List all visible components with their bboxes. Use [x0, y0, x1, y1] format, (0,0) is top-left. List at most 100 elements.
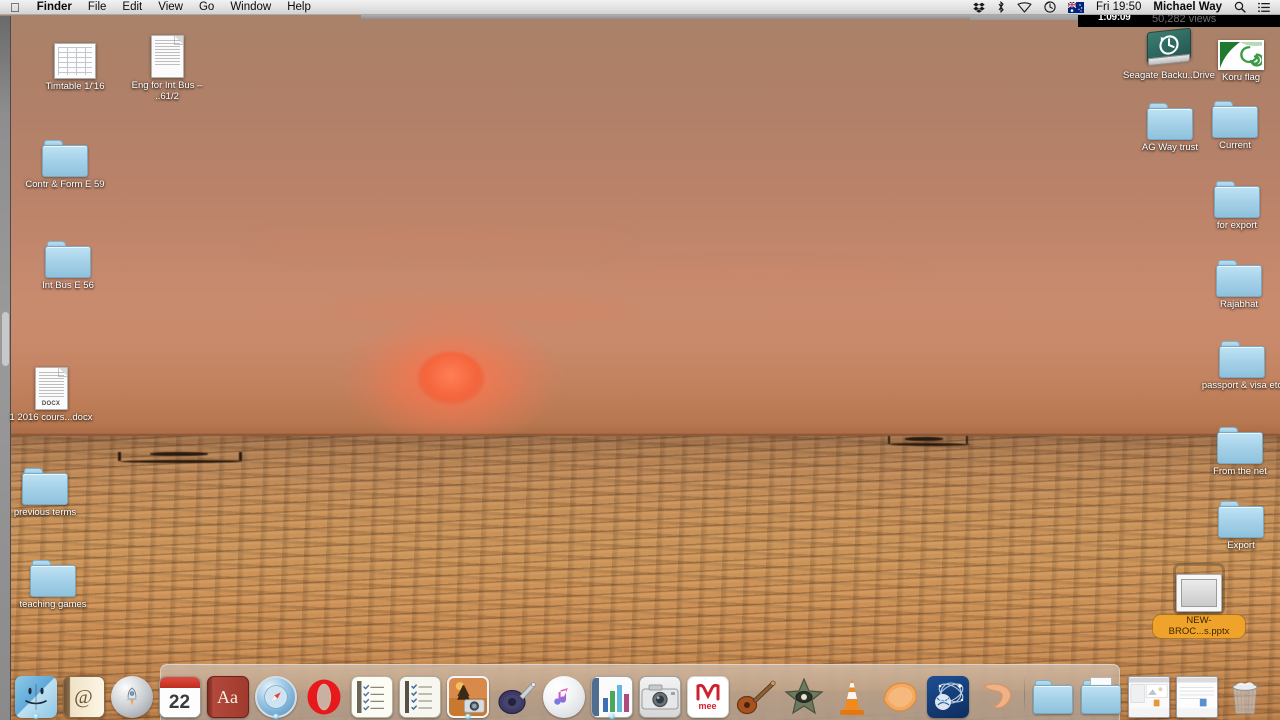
folder-icon — [1147, 94, 1193, 140]
australian-flag-icon[interactable] — [1062, 0, 1090, 14]
boat-mast — [888, 436, 890, 444]
dock-item-network[interactable] — [925, 672, 971, 718]
desktop-icon-label: passport & visa etc — [1201, 380, 1280, 391]
boat-mast — [118, 452, 121, 461]
dock-item-cashew[interactable] — [973, 672, 1019, 718]
dock-item-launchpad[interactable] — [109, 672, 155, 718]
dock[interactable]: @ 22 Aa mee — [14, 664, 1258, 720]
cashew-icon — [982, 683, 1011, 709]
desktop-icon-teaching-games[interactable]: teaching games — [6, 551, 100, 611]
desktop-icon-export[interactable]: Export — [1194, 492, 1280, 552]
reminders-list-icon — [404, 681, 435, 713]
dock-item-notes[interactable] — [349, 672, 395, 718]
mee-logo-icon — [696, 683, 719, 701]
trash-icon — [1231, 682, 1258, 715]
dock-separator — [1023, 675, 1025, 715]
dock-item-calendar[interactable]: 22 — [157, 672, 203, 718]
orange-slice-icon — [882, 682, 917, 712]
menu-bar[interactable]:  Finder File Edit View Go Window Help — [0, 0, 1280, 15]
desktop-icon-passport-visa[interactable]: passport & visa etc — [1195, 332, 1280, 392]
menubar-clock[interactable]: Fri 19:50 — [1090, 0, 1147, 14]
imovie-star-icon — [783, 677, 824, 715]
powerpoint-file-icon — [1176, 566, 1222, 612]
bluetooth-icon[interactable] — [991, 0, 1011, 14]
dock-item-vlc[interactable] — [829, 672, 875, 718]
apple-menu-icon[interactable]:  — [0, 0, 29, 14]
desktop-icon-koru-flag[interactable]: Koru flag — [1194, 24, 1280, 84]
desktop-icon-label: Current — [1219, 140, 1251, 151]
garageband-guitar-icon — [497, 682, 536, 715]
desktop-icon-for-export[interactable]: for export — [1190, 172, 1280, 232]
dock-item-reminders[interactable] — [397, 672, 443, 718]
desktop-icon-eng-for-int-bus[interactable]: Eng for Int Bus – ..61/2 — [120, 32, 214, 102]
folder-icon — [1212, 92, 1258, 138]
menubar-username[interactable]: Michael Way — [1147, 0, 1228, 14]
wifi-icon[interactable] — [1011, 0, 1038, 14]
desktop-icon-label: 1 2016 cours...docx — [9, 412, 93, 423]
dock-item-itunes[interactable] — [541, 672, 587, 718]
cloud-band — [250, 230, 630, 256]
dock-item-minimized-window-2[interactable] — [1174, 672, 1220, 718]
dock-item-opera[interactable] — [301, 672, 347, 718]
boat-silhouette — [120, 460, 242, 463]
running-indicator — [33, 714, 38, 719]
folder-icon — [30, 551, 76, 597]
menu-view[interactable]: View — [150, 0, 191, 14]
dock-item-mee[interactable]: mee — [685, 672, 731, 718]
dock-item-guitar[interactable] — [733, 672, 779, 718]
scrollbar-thumb[interactable] — [2, 312, 9, 366]
desktop-icon-timetable[interactable]: Timtable 1/'16 — [28, 33, 122, 93]
dock-item-safari[interactable] — [253, 672, 299, 719]
menu-file[interactable]: File — [80, 0, 115, 14]
dock-item-image-capture[interactable] — [637, 672, 683, 718]
dock-item-iphoto[interactable] — [445, 672, 491, 719]
image-file-icon — [1218, 24, 1264, 70]
folder-icon — [42, 131, 88, 177]
dock-item-finder[interactable] — [13, 672, 59, 719]
menu-help[interactable]: Help — [279, 0, 319, 14]
menu-go[interactable]: Go — [191, 0, 222, 14]
desktop-icon-rajabhat[interactable]: Rajabhat — [1192, 251, 1280, 311]
notification-center-icon[interactable] — [1252, 0, 1276, 14]
menu-bar-status-items: Fri 19:50 Michael Way — [967, 0, 1280, 14]
desktop-icon-label: previous terms — [13, 507, 77, 518]
dock-item-dictionary[interactable]: Aa — [205, 672, 251, 718]
compass-icon — [263, 685, 288, 709]
desktop-icon-from-the-net[interactable]: From the net — [1193, 418, 1280, 478]
desktop-icon-contr-form-e59[interactable]: Contr & Form E 59 — [18, 131, 112, 191]
mee-label: mee — [698, 701, 717, 711]
dock-item-garageband[interactable] — [493, 672, 539, 718]
menu-bar-items:  Finder File Edit View Go Window Help — [0, 0, 319, 14]
minimized-window-thumbnail — [1176, 677, 1217, 709]
menu-finder[interactable]: Finder — [29, 0, 80, 14]
desktop-icon-label: teaching games — [19, 599, 87, 610]
menu-window[interactable]: Window — [222, 0, 279, 14]
boat-mast — [239, 452, 242, 461]
desktop-icon-2016-course-docx[interactable]: DOCX 1 2016 cours...docx — [4, 364, 98, 424]
globe-network-icon — [934, 682, 963, 710]
spotlight-search-icon[interactable] — [1228, 0, 1252, 14]
dropbox-icon[interactable] — [967, 0, 991, 14]
desktop-icon-int-bus-e56[interactable]: Int Bus E 56 — [21, 232, 115, 292]
calendar-day: 22 — [168, 692, 191, 713]
desktop-icon-label: for export — [1216, 220, 1258, 231]
dock-item-trash[interactable] — [1222, 672, 1268, 718]
desktop-icon-label: Contr & Form E 59 — [25, 179, 105, 190]
boat-silhouette — [890, 443, 970, 446]
rocket-icon — [125, 687, 138, 706]
external-hard-drive-icon — [1147, 22, 1191, 68]
dock-item-orange-slice[interactable] — [877, 672, 923, 718]
desktop[interactable] — [0, 0, 1280, 720]
dock-item-contacts[interactable]: @ — [61, 672, 107, 718]
dock-item-downloads-folder[interactable] — [1078, 672, 1124, 718]
desktop-icon-current[interactable]: Current — [1188, 92, 1280, 152]
desktop-icon-new-brochures-pptx[interactable]: NEW- BROC...s.pptx — [1152, 566, 1246, 638]
menu-edit[interactable]: Edit — [114, 0, 150, 14]
dock-item-keynote[interactable] — [589, 672, 635, 719]
dock-item-documents-folder[interactable] — [1030, 672, 1076, 718]
desktop-icon-label: Int Bus E 56 — [42, 280, 94, 291]
dock-item-imovie[interactable] — [781, 672, 827, 718]
dock-item-minimized-window-1[interactable] — [1126, 672, 1172, 718]
time-machine-icon[interactable] — [1038, 0, 1062, 14]
desktop-icon-previous-terms[interactable]: previous terms — [0, 459, 92, 519]
